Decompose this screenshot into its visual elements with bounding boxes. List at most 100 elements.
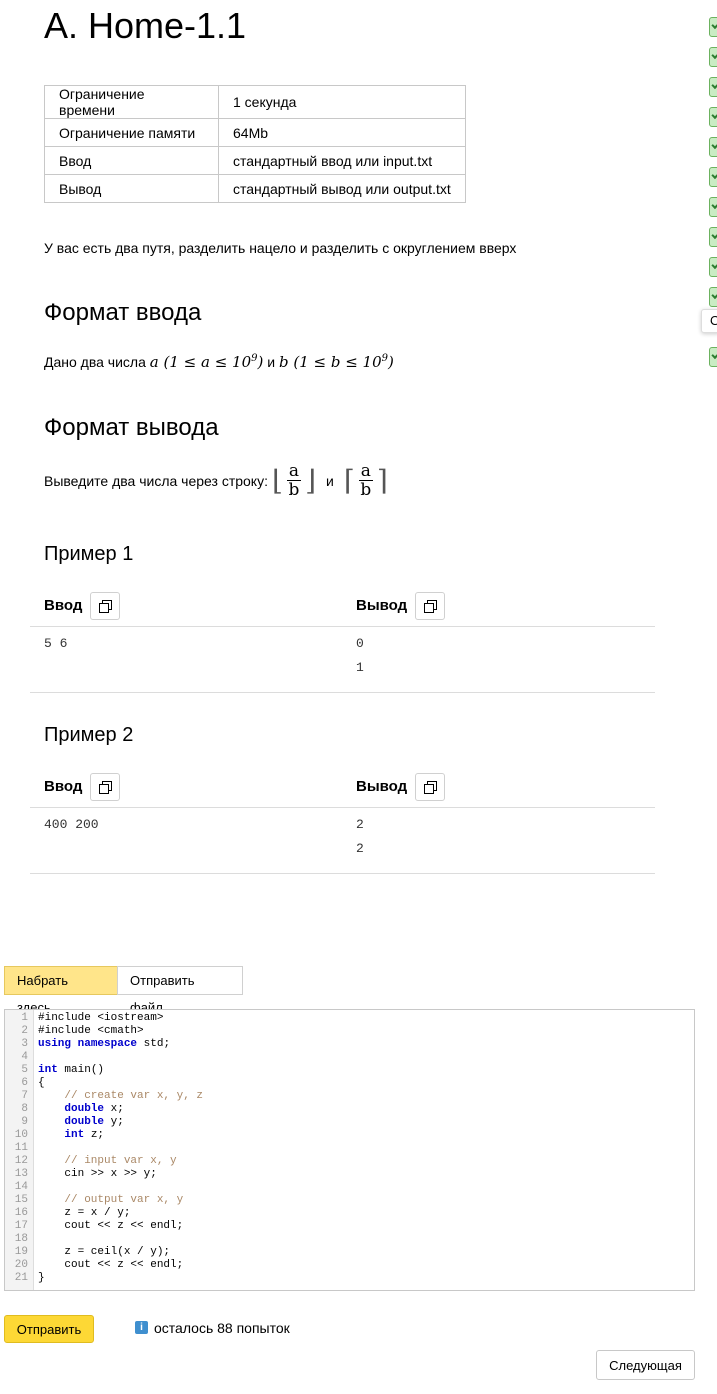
floor-open-bracket: ⌊ — [271, 464, 283, 497]
floor-close-bracket: ⌋ — [305, 464, 316, 497]
code-line: 1 #include <iostream> — [5, 1012, 203, 1025]
code-line: 8 double x; — [5, 1103, 203, 1116]
line-number: 11 — [14, 1142, 28, 1154]
next-problem-button[interactable]: Следующая — [596, 1350, 695, 1380]
line-number: 6 — [21, 1077, 28, 1089]
code-text: double y; — [64, 1116, 124, 1128]
line-number: 17 — [14, 1220, 28, 1232]
code-text: #include <iostream> — [38, 1012, 164, 1024]
line-number: 4 — [21, 1051, 28, 1063]
limit-key: Ограничение времени — [44, 85, 219, 119]
input-format-prefix: Дано два числа — [44, 354, 146, 370]
tab-send-file[interactable]: Отправить файл — [117, 966, 243, 1015]
limit-key: Вывод — [44, 174, 219, 203]
code-text: { — [38, 1077, 45, 1089]
table-row: Вывод стандартный вывод или output.txt — [44, 174, 466, 203]
copy-icon-front — [424, 784, 434, 794]
code-line: 2 #include <cmath> — [5, 1025, 203, 1038]
problem-status-badge[interactable] — [709, 17, 717, 37]
code-keyword: int — [38, 1064, 58, 1076]
problem-status-badge[interactable] — [709, 197, 717, 217]
code-line: 19 z = ceil(x / y); — [5, 1246, 203, 1259]
copy-icon-front — [99, 784, 109, 794]
problem-status-badge[interactable] — [709, 77, 717, 97]
problem-status-badge[interactable] — [709, 227, 717, 247]
line-number: 10 — [14, 1129, 28, 1141]
code-text: #include <cmath> — [38, 1025, 144, 1037]
copy-output-button[interactable] — [415, 592, 445, 620]
code-editor[interactable]: 1 #include <iostream> 2 #include <cmath> 3 us… — [4, 1009, 695, 1291]
code-line: 5 int main() — [5, 1064, 203, 1077]
copy-icon-front — [424, 603, 434, 613]
example-input-value: 400 200 — [44, 817, 99, 832]
output-format-heading: Формат вывода — [44, 414, 219, 441]
input-format-and: и — [267, 354, 276, 370]
problem-status-badge[interactable] — [709, 347, 717, 367]
example-output-label: Вывод — [356, 597, 408, 614]
example-input-label: Ввод — [44, 597, 83, 614]
code-text: int main() — [38, 1064, 105, 1076]
example-input-label: Ввод — [44, 778, 83, 795]
problem-status-badge[interactable] — [709, 137, 717, 157]
table-row: Ввод стандартный ввод или input.txt — [44, 146, 466, 175]
copy-icon-front — [99, 603, 109, 613]
line-number: 1 — [21, 1012, 28, 1024]
fraction-floor: a b — [286, 462, 302, 499]
code-text: cin >> x >> y; — [38, 1168, 157, 1180]
problem-status-badge[interactable] — [709, 287, 717, 307]
output-format-and: и — [326, 472, 334, 489]
limit-value: 64Mb — [218, 118, 466, 147]
a-close: ) — [257, 353, 264, 371]
divider — [30, 692, 655, 693]
code-text: cout << z << endl; — [38, 1220, 184, 1232]
code-text: int z; — [64, 1129, 105, 1141]
code-line: 3 using namespace std; — [5, 1038, 203, 1051]
example-output-line: 2 — [356, 841, 364, 856]
problem-status-badge[interactable] — [709, 167, 717, 187]
input-format-heading: Формат ввода — [44, 299, 202, 326]
code-keyword: double — [64, 1116, 105, 1128]
code-line: 15 // output var x, y — [5, 1194, 203, 1207]
code-line: 6{ — [5, 1077, 203, 1090]
limit-key: Ввод — [44, 146, 219, 175]
code-line: 17 cout << z << endl; — [5, 1220, 203, 1233]
copy-input-button[interactable] — [90, 592, 120, 620]
problem-status-badge[interactable] — [709, 107, 717, 127]
problem-status-badge[interactable] — [709, 257, 717, 277]
line-number: 13 — [14, 1168, 28, 1180]
example-output-line: 1 — [356, 660, 364, 675]
code-line: 16 z = x / y; — [5, 1207, 203, 1220]
code-keyword: namespace — [77, 1038, 138, 1050]
b-condition: b (1 ≤ b ≤ 10 — [278, 353, 382, 371]
line-number: 3 — [21, 1038, 28, 1050]
line-number: 7 — [21, 1090, 28, 1102]
table-row: Ограничение времени 1 секунда — [44, 85, 466, 119]
code-text: z = ceil(x / y); — [38, 1246, 171, 1258]
submit-button[interactable]: Отправить — [4, 1315, 94, 1343]
problem-status-badge[interactable] — [709, 47, 717, 67]
code-line: 18 — [5, 1233, 203, 1246]
table-row: Ограничение памяти 64Mb — [44, 118, 466, 147]
output-format-text: Выведите два числа через строку: ⌊ a b ⌋… — [44, 462, 388, 499]
copy-output-button[interactable] — [415, 773, 445, 801]
line-number: 15 — [14, 1194, 28, 1206]
code-keyword: double — [64, 1103, 105, 1115]
code-line: 11 — [5, 1142, 203, 1155]
line-number: 12 — [14, 1155, 28, 1167]
limits-table: Ограничение времени 1 секунда Ограничени… — [44, 85, 466, 203]
code-text: z = x / y; — [38, 1207, 131, 1219]
code-text: using namespace std; — [38, 1038, 171, 1050]
code-keyword: int — [64, 1129, 85, 1141]
limit-key: Ограничение памяти — [44, 118, 219, 147]
tab-type-here[interactable]: Набрать здесь — [4, 966, 118, 1015]
fraction-numerator: a — [358, 461, 373, 481]
code-line: 13 cin >> x >> y; — [5, 1168, 203, 1181]
limit-value: стандартный вывод или output.txt — [218, 174, 466, 203]
fraction-ceil: a b — [358, 461, 373, 499]
line-number: 18 — [14, 1233, 28, 1245]
info-icon: i — [135, 1321, 148, 1334]
copy-input-button[interactable] — [90, 773, 120, 801]
input-format-text: Дано два числа a (1 ≤ a ≤ 109) и b (1 ≤ … — [44, 353, 394, 371]
limit-value: 1 секунда — [218, 85, 466, 119]
code-line: 7 // create var x, y, z — [5, 1090, 203, 1103]
